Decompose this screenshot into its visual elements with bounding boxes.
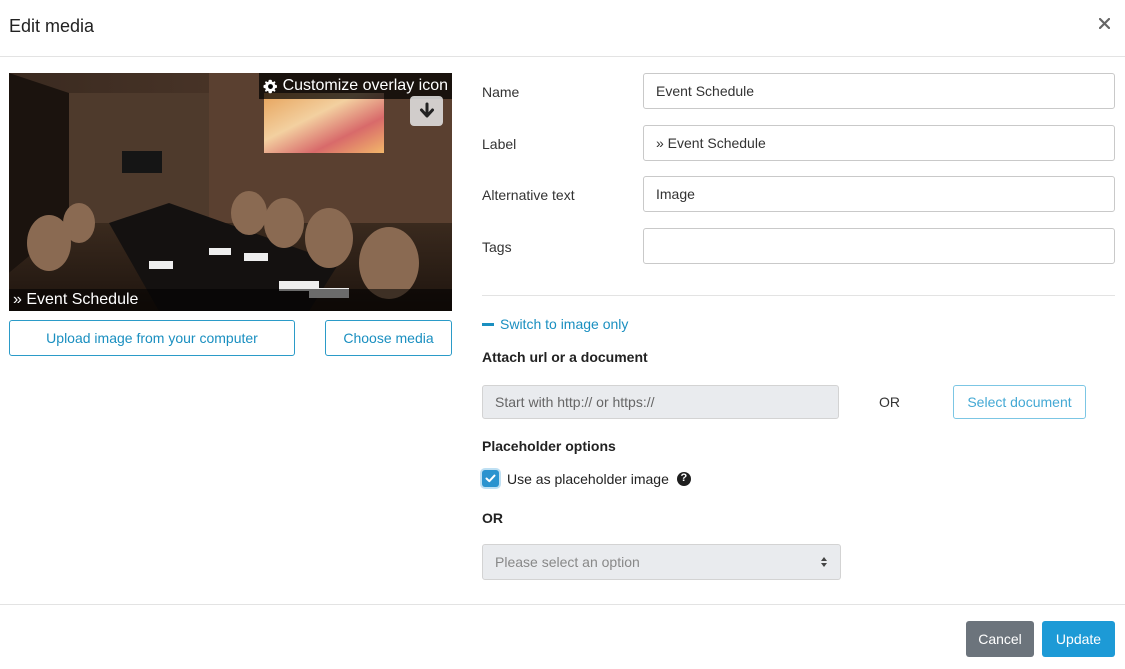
alt-text-label: Alternative text [482,187,575,203]
close-button[interactable] [1099,14,1115,38]
placeholder-checkbox-row: Use as placeholder image ? [482,470,691,487]
section-divider [482,295,1115,296]
cancel-button[interactable]: Cancel [966,621,1034,657]
attach-url-title: Attach url or a document [482,349,648,365]
question-circle-icon[interactable]: ? [676,471,691,486]
select-placeholder-text: Please select an option [495,554,640,570]
arrow-down-icon [419,102,434,118]
placeholder-select[interactable]: Please select an option [482,544,841,580]
or-divider-text: OR [879,394,900,410]
tags-label: Tags [482,239,512,255]
label-input[interactable] [643,125,1115,161]
image-preview: Customize overlay icon » Event Schedule [9,73,452,311]
name-input[interactable] [643,73,1115,109]
placeholder-checkbox[interactable] [482,470,499,487]
sort-arrows-icon [821,557,827,567]
switch-link-label: Switch to image only [500,316,629,332]
placeholder-options-title: Placeholder options [482,438,616,454]
gear-icon [263,79,277,93]
image-caption: » Event Schedule [9,289,452,311]
choose-media-button[interactable]: Choose media [325,320,452,356]
dialog-title: Edit media [9,16,95,36]
minus-icon [482,322,494,326]
conference-room-photo [9,73,452,311]
modal-header: Edit media [0,0,1125,57]
or-section-label: OR [482,510,503,526]
download-button[interactable] [410,96,443,126]
alt-text-input[interactable] [643,176,1115,212]
placeholder-checkbox-label: Use as placeholder image [507,470,669,487]
update-button[interactable]: Update [1042,621,1115,657]
name-label: Name [482,84,520,100]
label-label: Label [482,136,517,152]
select-document-button[interactable]: Select document [953,385,1086,419]
switch-to-image-only-link[interactable]: Switch to image only [482,316,628,332]
close-icon [1099,18,1110,29]
modal-footer [0,604,1125,669]
upload-image-button[interactable]: Upload image from your computer [9,320,295,356]
check-icon [485,474,496,483]
url-input[interactable] [482,385,839,419]
tags-input[interactable] [643,228,1115,264]
